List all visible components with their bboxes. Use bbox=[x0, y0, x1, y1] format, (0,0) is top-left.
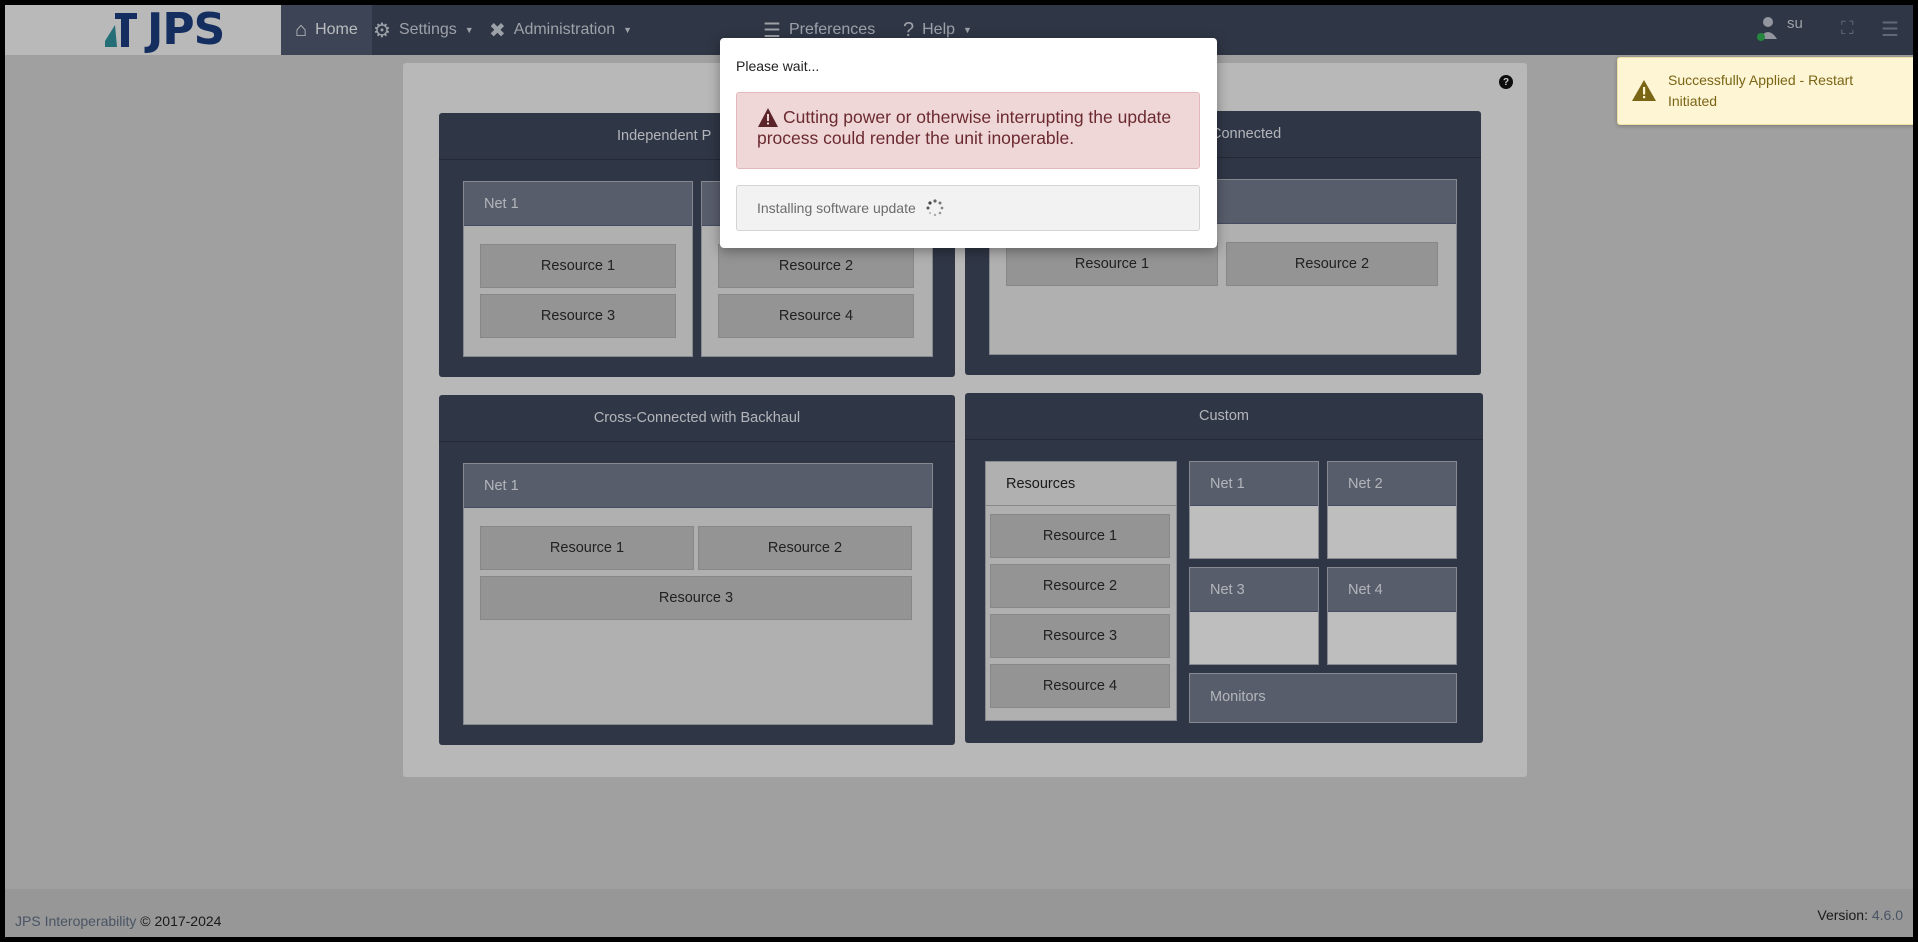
please-wait-modal: Please wait... Cutting power or otherwis… bbox=[720, 38, 1217, 248]
status-box: Installing software update bbox=[736, 185, 1200, 231]
status-text: Installing software update bbox=[757, 200, 916, 216]
success-toast[interactable]: Successfully Applied - Restart Initiated bbox=[1617, 57, 1913, 125]
modal-title: Please wait... bbox=[736, 58, 820, 74]
warning-triangle-icon bbox=[1632, 80, 1656, 101]
warning-text: Cutting power or otherwise interrupting … bbox=[757, 107, 1172, 148]
app-window: JPS ⌂ Home ⚙ Settings ▼ ✖ Administration… bbox=[5, 5, 1913, 937]
warning-alert: Cutting power or otherwise interrupting … bbox=[736, 92, 1200, 169]
toast-message: Successfully Applied - Restart Initiated bbox=[1668, 72, 1854, 109]
spinner-icon bbox=[926, 199, 944, 217]
